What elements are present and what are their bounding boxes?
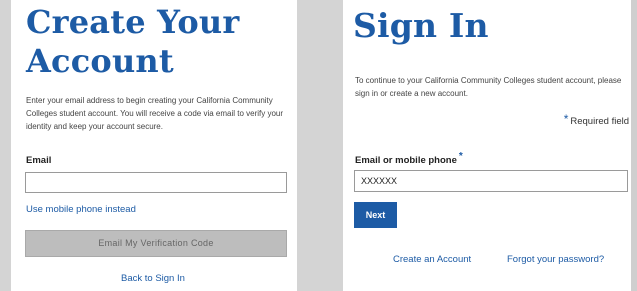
create-account-link[interactable]: Create an Account xyxy=(393,254,471,265)
email-or-phone-input[interactable] xyxy=(354,170,628,192)
field-required-star: * xyxy=(458,151,463,162)
background-edge xyxy=(631,0,637,291)
sign-in-title: Sign In xyxy=(353,6,489,45)
create-account-title: Create Your Account xyxy=(26,3,240,80)
required-field-note: * Required field xyxy=(564,112,629,127)
email-verification-code-button[interactable]: Email My Verification Code xyxy=(25,230,287,257)
required-field-text: Required field xyxy=(570,116,629,127)
use-mobile-phone-link[interactable]: Use mobile phone instead xyxy=(26,204,136,215)
email-label: Email xyxy=(26,155,52,166)
forgot-password-link[interactable]: Forgot your password? xyxy=(507,254,604,265)
required-star: * xyxy=(563,112,569,126)
back-to-sign-in-link[interactable]: Back to Sign In xyxy=(121,273,185,284)
sign-in-description: To continue to your California Community… xyxy=(355,76,622,98)
create-account-panel: Create Your Account Enter your email add… xyxy=(11,0,297,291)
email-or-phone-label-text: Email or mobile phone xyxy=(355,155,457,166)
next-button[interactable]: Next xyxy=(354,202,397,228)
sign-in-panel: Sign In To continue to your California C… xyxy=(343,0,631,291)
create-account-description: Enter your email address to begin creati… xyxy=(26,96,284,131)
email-input[interactable] xyxy=(25,172,287,193)
email-or-phone-label: Email or mobile phone * xyxy=(355,151,463,166)
